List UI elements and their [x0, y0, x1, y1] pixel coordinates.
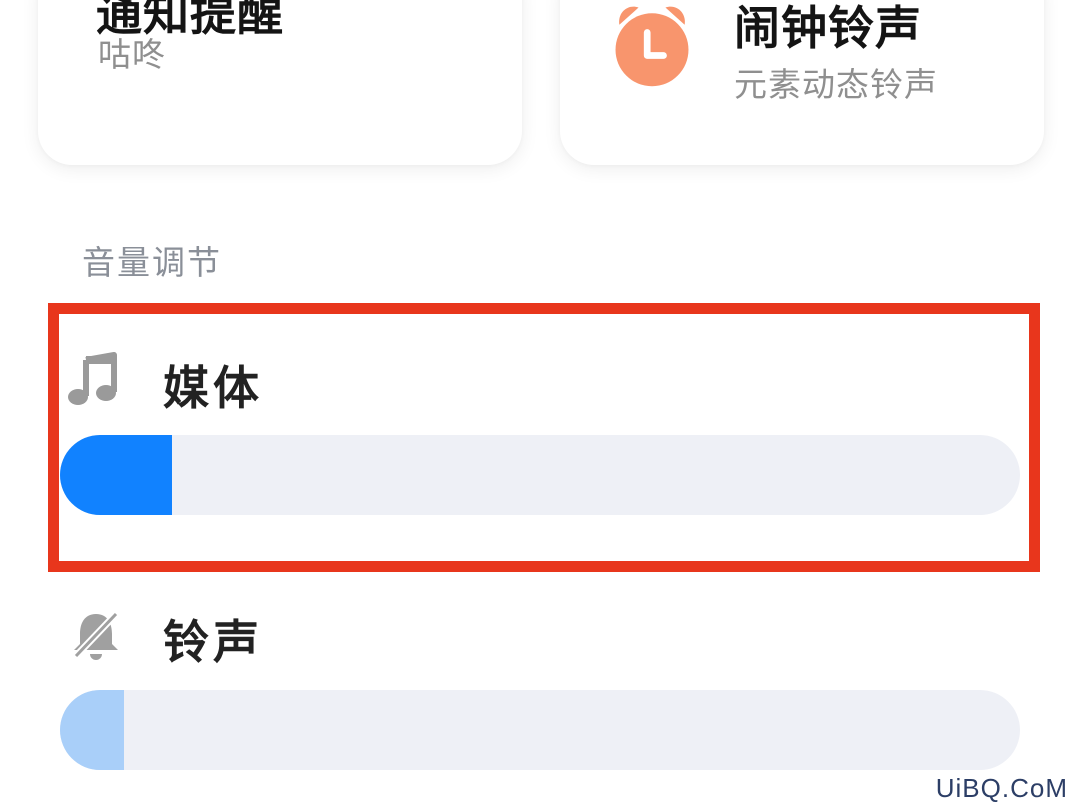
bell-muted-icon — [73, 611, 119, 660]
watermark: UiBQ.CoM — [935, 773, 1068, 803]
ringtone-volume-slider[interactable] — [60, 690, 1020, 770]
ringtone-volume-fill — [60, 690, 125, 770]
ringtone-volume-label: 铃声 — [163, 615, 263, 669]
volume-section-title: 音量调节 — [82, 243, 222, 282]
media-volume-label: 媒体 — [163, 361, 263, 415]
alarm-clock-icon — [615, 6, 689, 87]
media-volume-slider[interactable] — [60, 435, 1020, 515]
notification-card-subtitle: 咕咚 — [98, 35, 166, 74]
notification-ringtone-card[interactable]: 通知提醒 咕咚 — [38, 0, 522, 165]
alarm-card-subtitle: 元素动态铃声 — [734, 65, 938, 104]
alarm-ringtone-card[interactable]: 闹钟铃声 元素动态铃声 — [560, 0, 1044, 165]
media-volume-fill — [60, 435, 173, 515]
music-note-icon — [68, 352, 117, 405]
alarm-card-title: 闹钟铃声 — [734, 1, 922, 55]
